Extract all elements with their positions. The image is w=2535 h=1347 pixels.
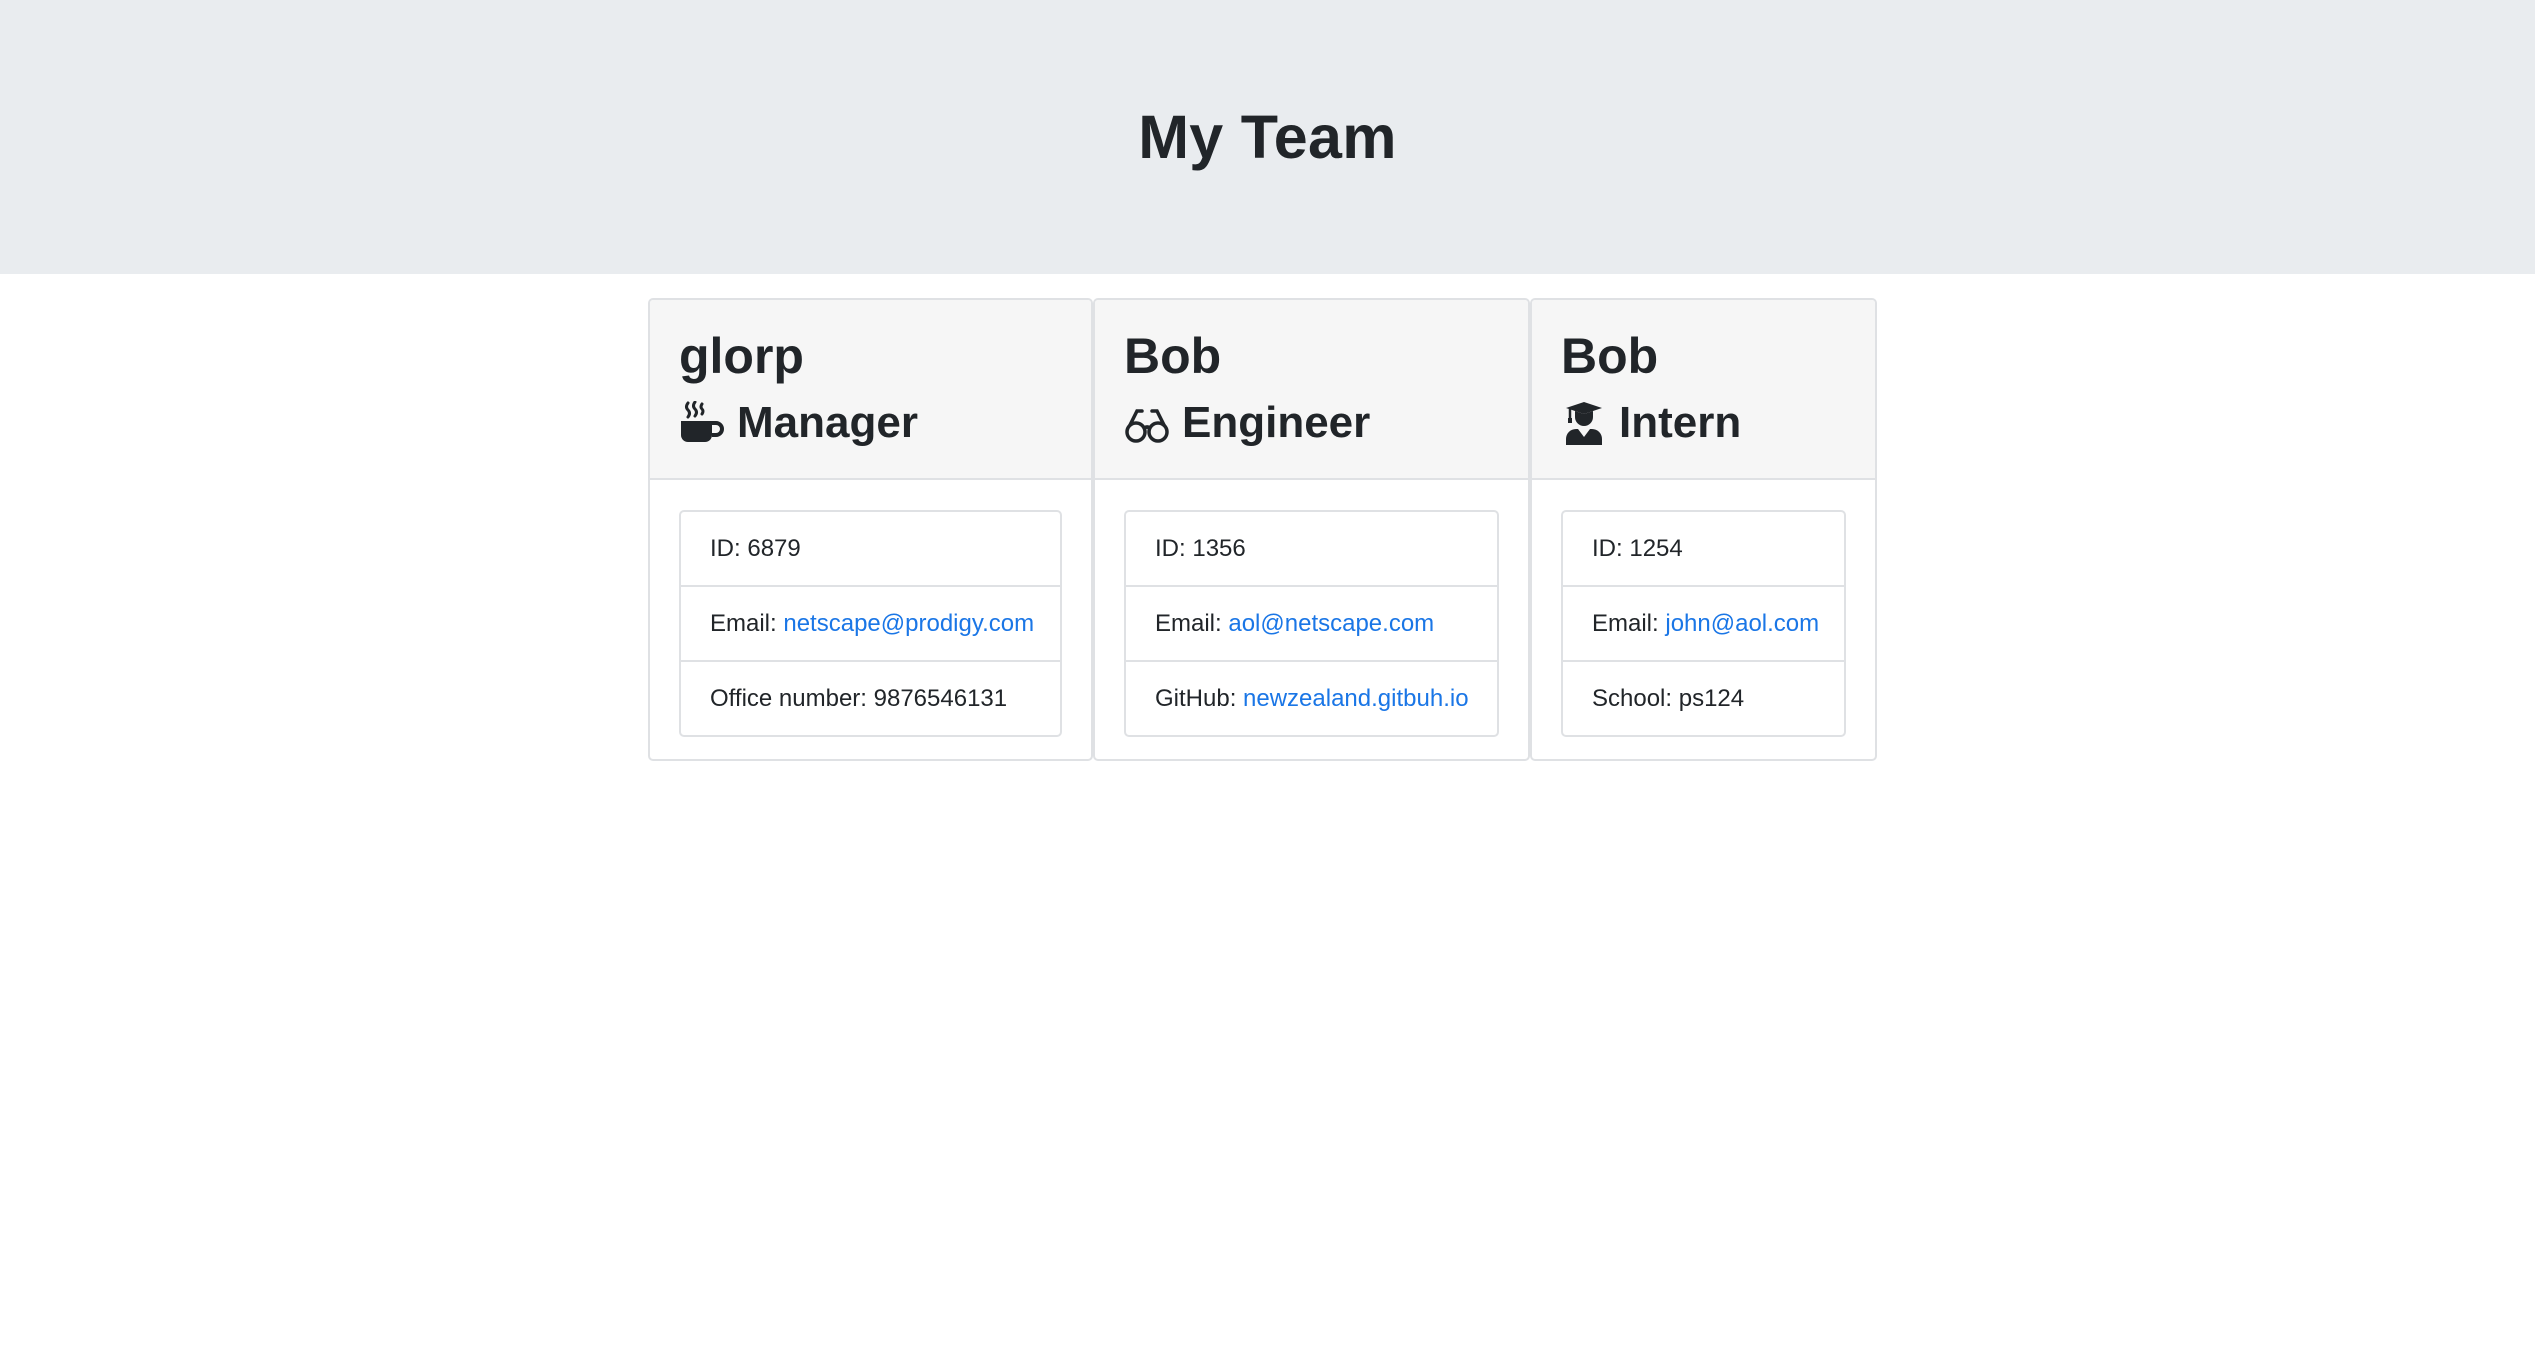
github-link[interactable]: newzealand.gitbuh.io <box>1243 685 1469 712</box>
employee-card-engineer: Bob Engineer ID: 1356 Email: aol@netscap <box>1093 298 1530 761</box>
role-label: Manager <box>737 398 918 447</box>
employee-name: Bob <box>1561 328 1659 384</box>
role-label: Intern <box>1619 398 1742 447</box>
card-body: ID: 1254 Email: john@aol.com School: ps1… <box>1532 480 1875 759</box>
info-email: Email: aol@netscape.com <box>1126 585 1497 660</box>
employee-name: Bob <box>1124 328 1222 384</box>
info-id: ID: 6879 <box>681 512 1060 585</box>
info-github: GitHub: newzealand.gitbuh.io <box>1126 660 1497 735</box>
card-header: glorp Manager <box>650 300 1091 480</box>
office-number-label: Office number: <box>710 685 874 712</box>
page-header: My Team <box>0 0 2535 274</box>
info-email: Email: netscape@prodigy.com <box>681 585 1060 660</box>
school-value: ps124 <box>1678 685 1745 712</box>
email-label: Email: <box>1592 610 1666 637</box>
info-office-number: Office number: 9876546131 <box>681 660 1060 735</box>
email-label: Email: <box>710 610 784 637</box>
employee-name: glorp <box>679 328 804 384</box>
info-email: Email: john@aol.com <box>1563 585 1844 660</box>
graduate-icon <box>1561 400 1607 446</box>
employee-role: Engineer <box>1124 392 1499 454</box>
page-title: My Team <box>1138 103 1397 171</box>
id-value: 1356 <box>1192 535 1246 562</box>
info-id: ID: 1254 <box>1563 512 1844 585</box>
employee-role: Intern <box>1561 392 1846 454</box>
email-link[interactable]: aol@netscape.com <box>1228 610 1434 637</box>
card-header: Bob Engineer <box>1095 300 1528 480</box>
info-list: ID: 1356 Email: aol@netscape.com GitHub:… <box>1124 510 1499 737</box>
employee-card-intern: Bob Intern ID: 1254 Email: john@aol.com <box>1530 298 1877 761</box>
role-label: Engineer <box>1182 398 1371 447</box>
employee-card-manager: glorp Manager ID: 6879 Email: netscape@p <box>648 298 1093 761</box>
info-school: School: ps124 <box>1563 660 1844 735</box>
employee-role: Manager <box>679 392 1062 454</box>
coffee-icon <box>679 400 725 446</box>
card-header: Bob Intern <box>1532 300 1875 480</box>
email-link[interactable]: netscape@prodigy.com <box>783 610 1034 637</box>
info-id: ID: 1356 <box>1126 512 1497 585</box>
github-label: GitHub: <box>1155 685 1244 712</box>
id-label: ID: <box>710 535 748 562</box>
info-list: ID: 6879 Email: netscape@prodigy.com Off… <box>679 510 1062 737</box>
id-label: ID: <box>1155 535 1193 562</box>
school-label: School: <box>1592 685 1679 712</box>
email-link[interactable]: john@aol.com <box>1665 610 1819 637</box>
id-label: ID: <box>1592 535 1630 562</box>
info-list: ID: 1254 Email: john@aol.com School: ps1… <box>1561 510 1846 737</box>
card-body: ID: 1356 Email: aol@netscape.com GitHub:… <box>1095 480 1528 759</box>
card-body: ID: 6879 Email: netscape@prodigy.com Off… <box>650 480 1091 759</box>
team-cards: glorp Manager ID: 6879 Email: netscape@p <box>0 274 2535 1347</box>
id-value: 1254 <box>1629 535 1683 562</box>
glasses-icon <box>1124 400 1170 446</box>
id-value: 6879 <box>747 535 801 562</box>
email-label: Email: <box>1155 610 1229 637</box>
office-number-value: 9876546131 <box>873 685 1008 712</box>
